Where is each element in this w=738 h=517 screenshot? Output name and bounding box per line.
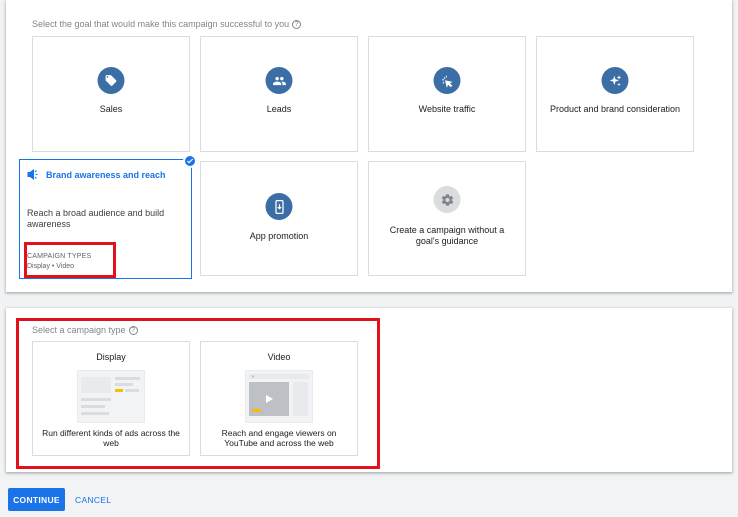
goal-card-product-brand-consideration[interactable]: Product and brand consideration <box>536 36 694 152</box>
goal-card-sales[interactable]: Sales <box>32 36 190 152</box>
people-icon <box>265 67 293 94</box>
cursor-click-icon <box>433 67 461 94</box>
goal-label: App promotion <box>249 231 309 241</box>
gear-icon <box>433 186 461 213</box>
goal-card-no-goal[interactable]: Create a campaign without a goal's guida… <box>368 161 526 276</box>
selected-goal-title: Brand awareness and reach <box>46 169 166 180</box>
check-icon <box>183 154 197 168</box>
highlight-box-campaign-type <box>16 318 380 469</box>
goal-section-title: Select the goal that would make this cam… <box>32 19 302 29</box>
megaphone-icon <box>27 169 38 180</box>
highlight-box-campaign-types <box>24 242 116 278</box>
selected-goal-header: Brand awareness and reach <box>27 169 166 180</box>
goal-label: Product and brand consideration <box>549 104 681 114</box>
goal-section-title-text: Select the goal that would make this cam… <box>32 19 290 29</box>
goal-label: Create a campaign without a goal's guida… <box>389 225 505 246</box>
selected-goal-description: Reach a broad audience and build awarene… <box>27 208 165 229</box>
help-icon[interactable]: ? <box>292 19 302 29</box>
tag-icon <box>97 67 125 94</box>
continue-button[interactable]: CONTINUE <box>8 488 65 511</box>
goal-card-app-promotion[interactable]: App promotion <box>200 161 358 276</box>
sparkle-icon <box>601 67 629 94</box>
goal-card-leads[interactable]: Leads <box>200 36 358 152</box>
cancel-button[interactable]: CANCEL <box>75 488 111 511</box>
goal-card-website-traffic[interactable]: Website traffic <box>368 36 526 152</box>
phone-icon <box>265 193 293 220</box>
goal-label: Leads <box>266 104 292 114</box>
goal-label: Sales <box>99 104 123 114</box>
goal-label: Website traffic <box>418 104 476 114</box>
